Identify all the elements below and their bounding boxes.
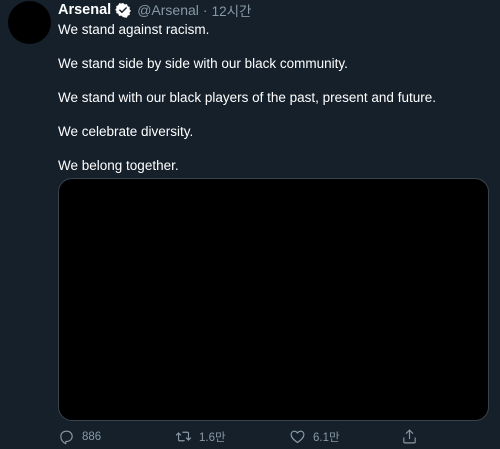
retweet-count: 1.6만: [199, 431, 226, 444]
tweet-text: We stand against racism. We stand side b…: [58, 21, 488, 191]
tweet-actions: 886 1.6만 6.1만: [58, 428, 438, 448]
tweet-header: Arsenal @Arsenal · 12시간: [58, 0, 251, 20]
like-button[interactable]: 6.1만: [289, 428, 340, 445]
retweet-icon: [175, 431, 192, 442]
reply-button[interactable]: 886: [58, 428, 101, 445]
reply-icon: [60, 430, 73, 445]
avatar[interactable]: [8, 1, 51, 44]
tweet-media[interactable]: [58, 178, 489, 421]
tweet-line: We stand with our black players of the p…: [58, 90, 436, 105]
tweet-line: We stand side by side with our black com…: [58, 56, 348, 71]
retweet-button[interactable]: 1.6만: [175, 428, 226, 445]
tweet-timestamp[interactable]: 12시간: [212, 0, 252, 20]
header-separator: ·: [202, 2, 208, 18]
verified-badge-icon: [115, 2, 132, 18]
author-display-name[interactable]: Arsenal: [58, 2, 111, 18]
share-icon: [403, 429, 416, 444]
like-icon: [290, 430, 305, 444]
share-button[interactable]: [401, 428, 418, 445]
like-count: 6.1만: [313, 431, 340, 444]
tweet-line: We stand against racism.: [58, 22, 210, 37]
tweet-line: We belong together.: [58, 158, 179, 173]
reply-count: 886: [82, 430, 102, 443]
author-handle[interactable]: @Arsenal: [137, 2, 199, 18]
tweet-line: We celebrate diversity.: [58, 124, 194, 139]
